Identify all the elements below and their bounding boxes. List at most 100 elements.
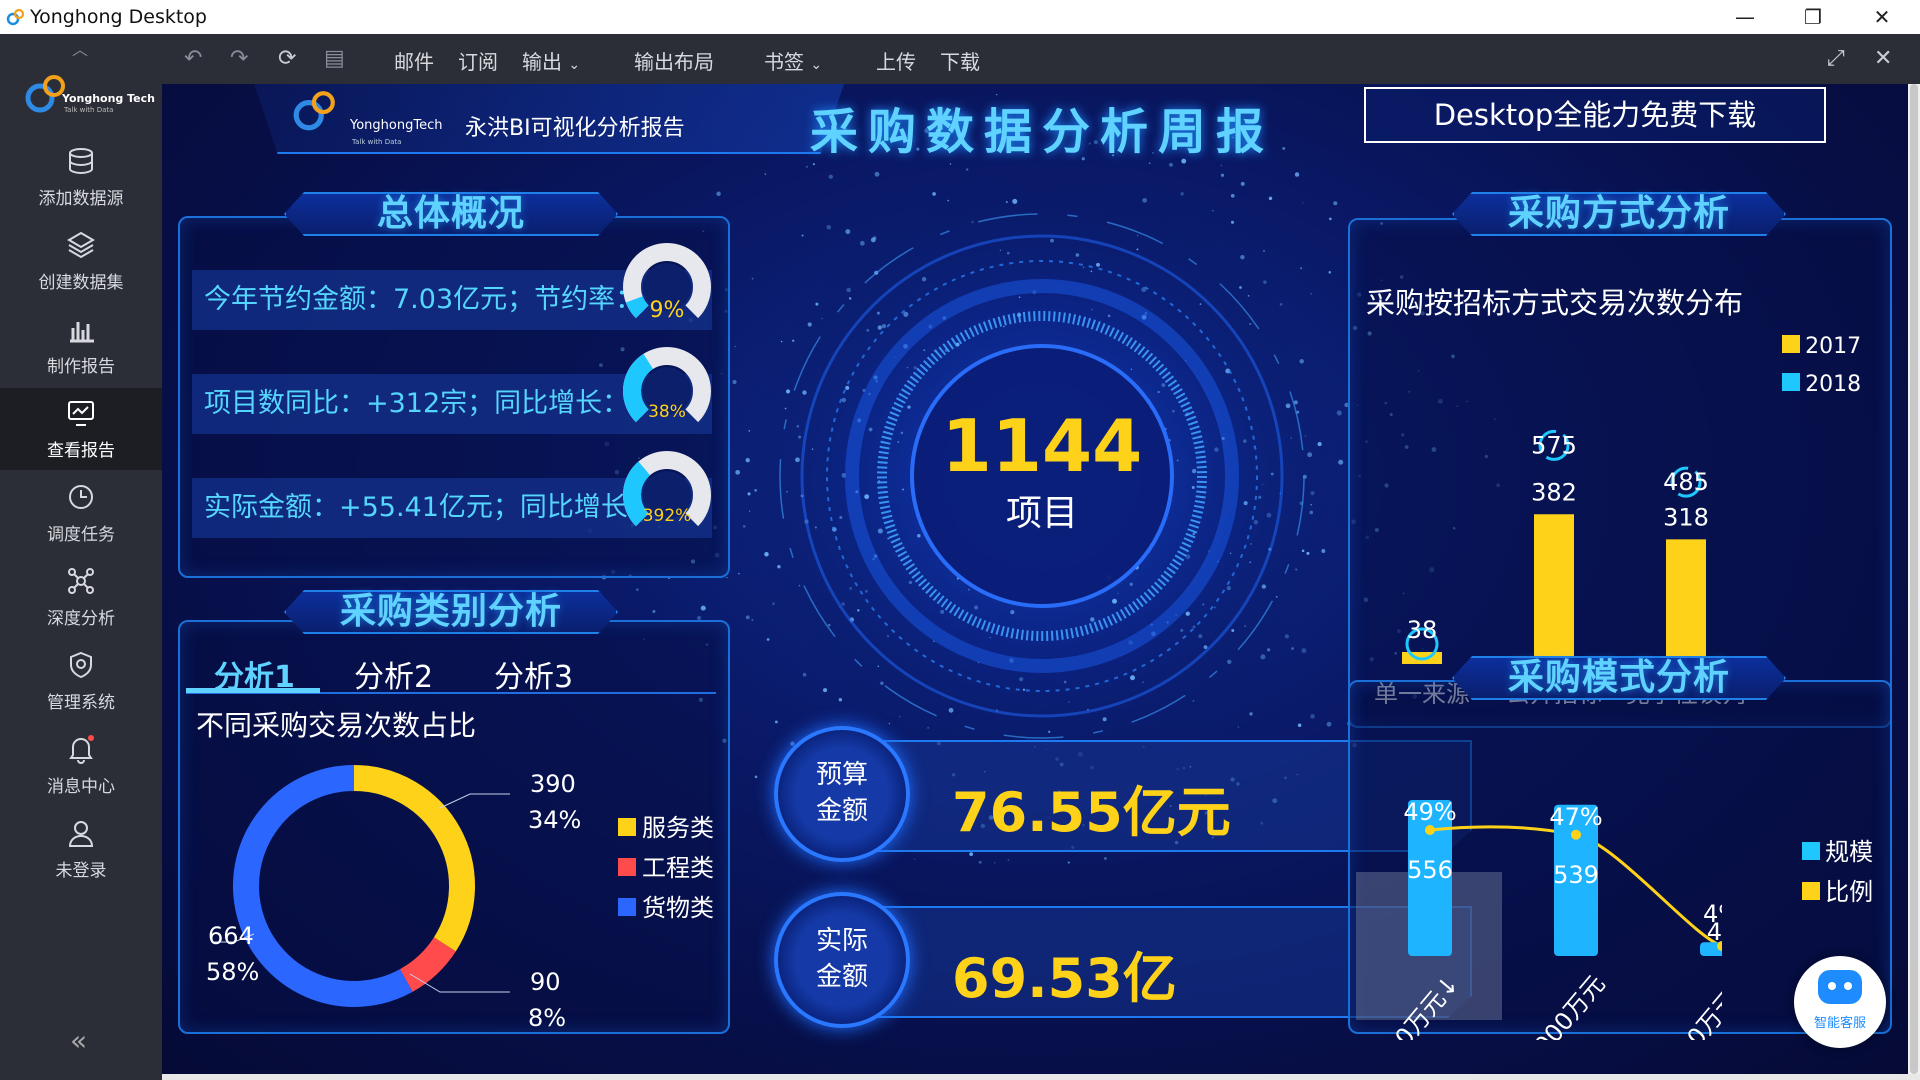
sidebar-item-7[interactable]: 管理系统 [0,640,162,722]
ratio-label: 49% [1403,798,1456,826]
tab-analysis-2[interactable]: 分析2 [354,652,433,696]
save-icon[interactable]: ▤ [324,46,345,71]
particle-dot [1096,262,1100,267]
particle-dot [1301,648,1307,654]
tab-analysis-3[interactable]: 分析3 [494,652,573,696]
toolbar-upload[interactable]: 上传 [876,46,916,75]
particle-dot [1290,437,1293,440]
sidebar-item-label: 调度任务 [47,525,115,545]
sidebar-item-label: 深度分析 [47,609,115,629]
service-bot-button[interactable]: 智能客服 [1794,956,1886,1048]
bar-2017[interactable] [1534,514,1574,664]
method-legend-2018: 2018 [1782,372,1861,397]
redo-icon[interactable]: ↷ [230,46,248,71]
particle-dot [1180,628,1184,632]
particle-dot [1192,699,1195,702]
ratio-point[interactable] [1425,825,1435,835]
sidebar-item-label: 查看报告 [47,441,115,461]
sidebar-item-3[interactable]: 制作报告 [0,304,162,386]
particle-dot [1336,410,1342,416]
toolbar-mail[interactable]: 邮件 [394,46,434,75]
particle-dot [1050,238,1054,243]
donut-value-label: 390 [530,770,576,798]
particle-dot [846,287,852,293]
close-report-icon[interactable]: ✕ [1874,46,1892,71]
particle-dot [947,199,950,202]
sidebar: ︿ Yonghong Tech Talk with Data 添加数据源 创建数据… [0,34,162,1080]
toolbar-download[interactable]: 下载 [940,46,980,75]
method-legend-2017: 2017 [1782,334,1861,359]
sidebar-item-9[interactable]: 未登录 [0,808,162,890]
toolbar-subscribe[interactable]: 订阅 [458,46,498,75]
scroll-up-icon[interactable]: ︿ [72,36,88,60]
particle-dot [1185,611,1190,616]
particle-dot [1262,249,1266,253]
undo-icon[interactable]: ↶ [184,46,202,71]
particle-dot [1214,606,1216,609]
category-label: 1000万元↑ [1652,970,1722,1040]
vertical-scrollbar[interactable] [1908,84,1920,1074]
sidebar-item-4[interactable]: 查看报告 [0,388,162,470]
particle-dot [949,163,952,165]
toolbar-export-label: 输出 [522,50,562,74]
particle-dot [795,457,800,463]
method-chart-title: 采购按招标方式交易次数分布 [1366,286,1744,320]
particle-dot [1214,447,1219,452]
header-brand: YonghongTech [350,118,443,133]
refresh-icon[interactable]: ⟳ [278,46,296,71]
toolbar-export[interactable]: 输出 ⌄ [522,46,580,75]
legend-label: 工程类 [642,854,714,882]
particle-dot [841,602,845,606]
yonghong-logo-icon [293,91,335,131]
header-brand-sub: Talk with Data [352,138,402,146]
particle-dot [777,565,781,569]
report-name: 永洪BI可视化分析报告 [465,116,685,141]
tab-analysis-1[interactable]: 分析1 [214,652,295,696]
particle-dot [886,635,890,638]
particle-dot [874,171,880,177]
particle-dot [877,665,880,668]
network-icon [68,568,94,594]
particle-dot [1249,322,1252,326]
particle-dot [1300,267,1302,270]
brand-subtext: Talk with Data [64,106,114,114]
shield-gear-icon [70,651,92,679]
close-button[interactable]: ✕ [1852,0,1912,34]
sidebar-item-8[interactable]: 消息中心 [0,724,162,806]
particle-dot [635,588,639,592]
particle-dot [908,580,913,585]
particle-dot [801,234,804,237]
bar-2017[interactable] [1666,539,1706,664]
budget-label-1: 预算 [815,760,868,790]
donut-slice-货物类[interactable] [233,765,413,1007]
toolbar-bookmark[interactable]: 书签 ⌄ [764,46,822,75]
horizontal-scrollbar[interactable] [162,1074,1920,1080]
particle-dot [1304,435,1307,437]
sidebar-item-2[interactable]: 创建数据集 [0,220,162,302]
particle-dot [1063,680,1067,684]
sidebar-item-1[interactable]: 添加数据源 [0,136,162,218]
donut-slice-服务类[interactable] [353,765,475,952]
particle-dot [1258,495,1262,499]
collapse-sidebar-button[interactable]: « [70,1024,87,1057]
particle-dot [798,435,802,439]
sidebar-item-6[interactable]: 深度分析 [0,556,162,638]
particle-dot [1148,162,1151,164]
particle-dot [1244,625,1246,627]
particle-dot [914,858,916,860]
toolbar-export-layout[interactable]: 输出布局 [634,46,714,75]
particle-dot [1250,543,1252,545]
scrollbar-thumb[interactable] [1910,84,1918,1074]
fullscreen-icon[interactable]: ⤢ [1827,46,1845,71]
legend-label: 比例 [1825,878,1874,906]
particle-dot [864,589,868,593]
ratio-point[interactable] [1571,829,1581,840]
particle-dot [1010,609,1015,615]
particle-dot [821,317,823,320]
download-button[interactable]: Desktop全能力免费下载 [1364,87,1826,143]
donut-value-label: 90 [530,968,561,996]
particle-dot [1176,459,1179,462]
sidebar-item-5[interactable]: 调度任务 [0,472,162,554]
minimize-button[interactable]: — [1715,0,1775,34]
restore-button[interactable]: ❐ [1783,0,1843,34]
